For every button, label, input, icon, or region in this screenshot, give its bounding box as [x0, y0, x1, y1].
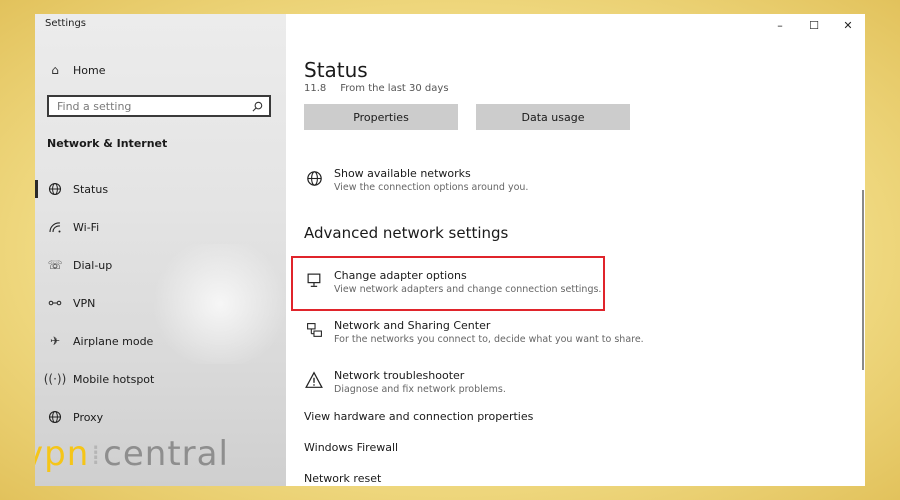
- troubleshooter-title: Network troubleshooter: [334, 369, 465, 382]
- sidebar-item-label: VPN: [73, 296, 96, 310]
- troubleshooter-subtitle: Diagnose and fix network problems.: [334, 384, 506, 395]
- airplane-icon: ✈: [49, 334, 61, 348]
- properties-button[interactable]: Properties: [304, 104, 458, 130]
- sidebar-item-label: Status: [73, 182, 109, 196]
- settings-window: Settings ⌂ Home Find a setting Network &…: [35, 14, 865, 486]
- sharing-subtitle: For the networks you connect to, decide …: [334, 334, 644, 345]
- watermark-logo: vpn ⁞ central: [35, 434, 229, 474]
- page-title: Status: [304, 58, 368, 82]
- data-usage-period: From the last 30 days: [340, 83, 449, 94]
- search-placeholder: Find a setting: [57, 99, 132, 113]
- phone-icon: ☏: [47, 258, 63, 272]
- sidebar-item-status[interactable]: Status: [35, 170, 286, 208]
- search-input[interactable]: Find a setting: [47, 95, 271, 117]
- wifi-icon: [47, 219, 63, 235]
- home-nav-item[interactable]: ⌂ Home: [47, 62, 105, 78]
- warning-icon: [304, 370, 324, 390]
- sidebar-item-label: Proxy: [73, 410, 104, 424]
- network-reset-link[interactable]: Network reset: [304, 472, 381, 485]
- data-usage-value: 11.8: [304, 83, 327, 94]
- sidebar-item-airplane-mode[interactable]: ✈ Airplane mode: [35, 322, 286, 360]
- change-adapter-options-link[interactable]: Change adapter options View network adap…: [304, 269, 601, 295]
- adapter-title: Change adapter options: [334, 269, 467, 282]
- vpn-icon: [47, 295, 63, 311]
- watermark-left: vpn: [35, 434, 90, 474]
- globe-icon: [47, 181, 63, 197]
- sidebar-item-proxy[interactable]: Proxy: [35, 398, 286, 436]
- sidebar-item-label: Dial-up: [73, 258, 113, 272]
- sidebar-nav: Status Wi-Fi ☏ Dial-up VPN ✈ Airplane mo…: [35, 170, 286, 436]
- sidebar-item-label: Mobile hotspot: [73, 372, 155, 386]
- watermark-separator: ⁞: [91, 437, 102, 471]
- sidebar-item-mobile-hotspot[interactable]: ((·)) Mobile hotspot: [35, 360, 286, 398]
- network-share-icon: [304, 320, 324, 340]
- sidebar-item-dial-up[interactable]: ☏ Dial-up: [35, 246, 286, 284]
- data-usage-summary: 11.8 From the last 30 days: [304, 83, 449, 94]
- home-icon: ⌂: [51, 63, 59, 77]
- show-networks-subtitle: View the connection options around you.: [334, 182, 529, 193]
- globe-icon: [304, 168, 324, 188]
- section-heading: Network & Internet: [47, 137, 168, 150]
- windows-firewall-link[interactable]: Windows Firewall: [304, 441, 398, 454]
- hotspot-icon: ((·)): [43, 372, 67, 386]
- troubleshooter-link[interactable]: Network troubleshooter Diagnose and fix …: [304, 369, 506, 395]
- data-usage-button[interactable]: Data usage: [476, 104, 630, 130]
- scrollbar[interactable]: [862, 190, 864, 370]
- app-title: Settings: [45, 18, 87, 29]
- globe-icon: [47, 409, 63, 425]
- sidebar: Settings ⌂ Home Find a setting Network &…: [35, 14, 286, 486]
- advanced-heading: Advanced network settings: [304, 224, 509, 242]
- monitor-icon: [304, 270, 324, 290]
- search-icon: [252, 97, 263, 116]
- hardware-properties-link[interactable]: View hardware and connection properties: [304, 410, 533, 423]
- show-networks-link[interactable]: Show available networks View the connect…: [304, 167, 528, 193]
- sidebar-item-label: Wi-Fi: [73, 220, 100, 234]
- sidebar-item-label: Airplane mode: [73, 334, 154, 348]
- home-label: Home: [73, 63, 106, 77]
- main-content: Status 11.8 From the last 30 days Proper…: [286, 14, 865, 486]
- watermark-right: central: [103, 434, 229, 474]
- sharing-center-link[interactable]: Network and Sharing Center For the netwo…: [304, 319, 644, 345]
- sidebar-item-wifi[interactable]: Wi-Fi: [35, 208, 286, 246]
- adapter-subtitle: View network adapters and change connect…: [334, 284, 602, 295]
- sidebar-item-vpn[interactable]: VPN: [35, 284, 286, 322]
- show-networks-title: Show available networks: [334, 167, 471, 180]
- sharing-title: Network and Sharing Center: [334, 319, 491, 332]
